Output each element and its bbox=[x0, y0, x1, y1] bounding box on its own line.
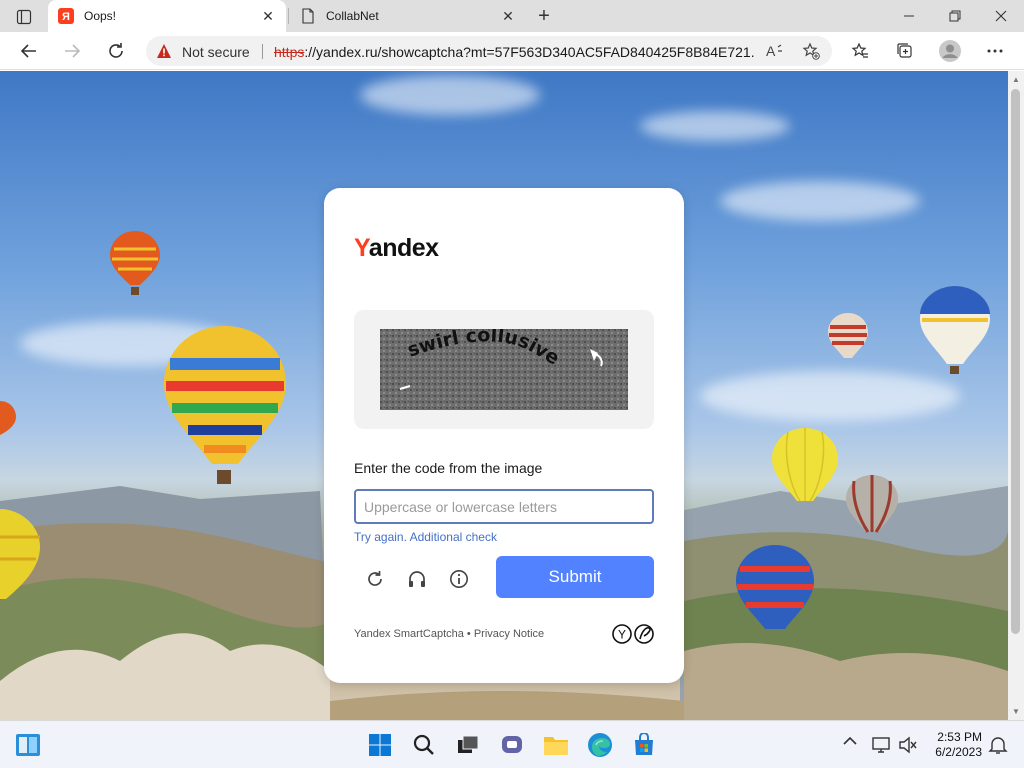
collections-icon[interactable] bbox=[890, 36, 920, 66]
captcha-card: Yandex swirl collusive Enter the code fr… bbox=[324, 188, 684, 683]
captcha-footer: Yandex SmartCaptcha • Privacy Notice bbox=[354, 628, 544, 640]
tab-divider bbox=[288, 8, 289, 24]
divider bbox=[262, 44, 263, 59]
search-icon[interactable] bbox=[410, 731, 438, 759]
scroll-down-icon[interactable]: ▼ bbox=[1012, 707, 1020, 716]
captcha-instruction: Enter the code from the image bbox=[354, 460, 543, 476]
clock-time: 2:53 PM bbox=[937, 730, 982, 744]
background-cloud bbox=[720, 181, 920, 221]
background-cloud bbox=[640, 111, 790, 141]
add-favorite-icon[interactable] bbox=[800, 40, 822, 62]
close-tab-icon[interactable]: ✕ bbox=[496, 4, 520, 28]
back-button[interactable] bbox=[14, 36, 44, 66]
show-hidden-icons-icon[interactable] bbox=[843, 733, 857, 749]
notification-icon[interactable] bbox=[984, 731, 1012, 759]
tab-title: Oops! bbox=[84, 9, 117, 23]
page-icon bbox=[300, 8, 316, 24]
svg-text:A: A bbox=[766, 43, 776, 59]
forward-button[interactable] bbox=[57, 36, 87, 66]
display-icon[interactable] bbox=[868, 731, 896, 759]
volume-muted-icon[interactable] bbox=[894, 731, 922, 759]
svg-text:Y: Y bbox=[618, 628, 626, 642]
tab-oops[interactable]: Я Oops! ✕ bbox=[48, 0, 286, 32]
system-clock[interactable]: 2:53 PM 6/2/2023 bbox=[928, 730, 982, 760]
scrollbar-thumb[interactable] bbox=[1011, 89, 1020, 634]
balloon-image bbox=[846, 475, 898, 533]
tab-title: CollabNet bbox=[326, 9, 379, 23]
scroll-up-icon[interactable]: ▲ bbox=[1012, 75, 1020, 84]
submit-button[interactable]: Submit bbox=[496, 556, 654, 598]
vertical-scrollbar[interactable]: ▲ ▼ bbox=[1008, 71, 1024, 720]
audio-captcha-icon[interactable] bbox=[402, 564, 432, 594]
close-window-button[interactable] bbox=[978, 0, 1024, 32]
footer-brand: Yandex SmartCaptcha bbox=[354, 628, 464, 640]
security-label[interactable]: Not secure bbox=[182, 44, 250, 60]
file-explorer-icon[interactable] bbox=[542, 731, 570, 759]
tab-actions-menu-icon[interactable] bbox=[10, 6, 38, 28]
address-bar[interactable]: Not secure https://yandex.ru/showcaptcha… bbox=[146, 36, 832, 66]
tab-collabnet[interactable]: CollabNet ✕ bbox=[290, 0, 526, 32]
balloon-image bbox=[0, 509, 40, 599]
clock-date: 6/2/2023 bbox=[935, 745, 982, 759]
task-view-icon[interactable] bbox=[454, 731, 482, 759]
privacy-notice-link[interactable]: Privacy Notice bbox=[474, 628, 544, 640]
balloon-image bbox=[736, 545, 814, 629]
smartcaptcha-logo-icon: Y bbox=[612, 624, 654, 644]
edge-browser-icon[interactable] bbox=[586, 731, 614, 759]
refresh-captcha-icon[interactable] bbox=[360, 564, 390, 594]
captcha-input[interactable] bbox=[354, 489, 654, 524]
balloon-image bbox=[110, 231, 160, 295]
new-tab-button[interactable]: + bbox=[532, 4, 556, 28]
url-path: ://yandex.ru/showcaptcha?mt=57F563D340AC… bbox=[304, 44, 754, 60]
start-icon[interactable] bbox=[366, 731, 394, 759]
browser-toolbar: Not secure https://yandex.ru/showcaptcha… bbox=[0, 32, 1024, 70]
profile-avatar[interactable] bbox=[935, 36, 965, 66]
refresh-button[interactable] bbox=[101, 36, 131, 66]
balloon-image bbox=[772, 428, 838, 502]
yandex-logo: Yandex bbox=[354, 234, 439, 262]
teams-chat-icon[interactable] bbox=[498, 731, 526, 759]
widgets-icon[interactable] bbox=[14, 731, 42, 759]
read-aloud-icon[interactable]: A bbox=[764, 40, 786, 62]
background-cloud bbox=[360, 75, 540, 115]
error-message: Try again. Additional check bbox=[354, 530, 497, 544]
taskbar: 2:53 PM 6/2/2023 bbox=[0, 720, 1024, 768]
balloon-image bbox=[828, 313, 868, 358]
minimize-button[interactable] bbox=[886, 0, 932, 32]
footer-separator: • bbox=[463, 628, 474, 640]
favorites-icon[interactable] bbox=[845, 36, 875, 66]
tab-strip: Я Oops! ✕ CollabNet ✕ + bbox=[0, 0, 1024, 32]
balloon-image bbox=[164, 326, 286, 484]
page-background: Yandex swirl collusive Enter the code fr… bbox=[0, 71, 1008, 720]
svg-text:Я: Я bbox=[62, 11, 70, 23]
yandex-favicon: Я bbox=[58, 8, 74, 24]
url-text[interactable]: https://yandex.ru/showcaptcha?mt=57F563D… bbox=[274, 44, 754, 60]
background-cloud bbox=[700, 371, 960, 421]
balloon-image bbox=[0, 401, 16, 435]
captcha-image-frame: swirl collusive bbox=[354, 310, 654, 429]
captcha-image: swirl collusive bbox=[380, 329, 628, 410]
close-tab-icon[interactable]: ✕ bbox=[256, 4, 280, 28]
store-icon[interactable] bbox=[630, 731, 658, 759]
url-scheme: https bbox=[274, 44, 305, 60]
balloon-image bbox=[920, 286, 990, 374]
more-options-icon[interactable] bbox=[980, 36, 1010, 66]
restore-button[interactable] bbox=[932, 0, 978, 32]
warning-icon[interactable] bbox=[156, 43, 172, 59]
info-icon[interactable] bbox=[444, 564, 474, 594]
